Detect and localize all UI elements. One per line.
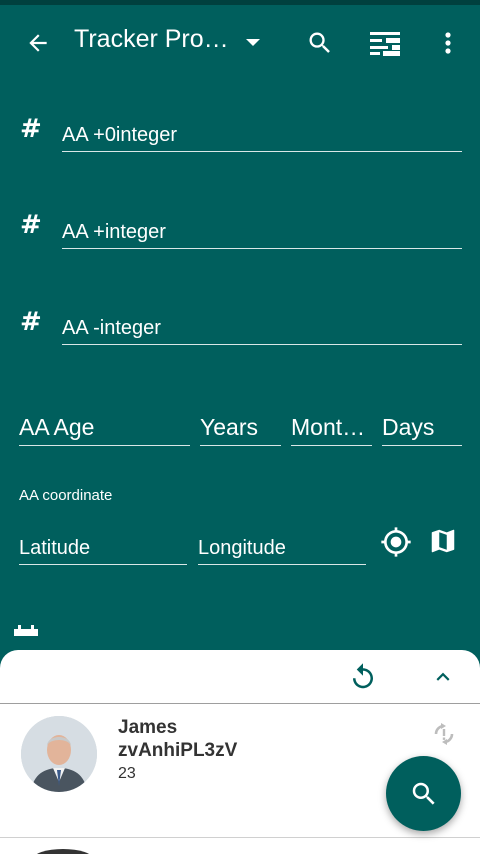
sync-warning-icon[interactable] (430, 721, 458, 747)
more-vert-icon[interactable] (436, 25, 460, 61)
filter-list-icon[interactable] (364, 25, 406, 61)
longitude-field[interactable]: Longitude (198, 537, 366, 565)
result-age: 23 (118, 765, 136, 782)
age-days-field[interactable]: Days (382, 414, 462, 446)
search-icon[interactable] (302, 25, 338, 61)
age-years-field[interactable]: Years (200, 414, 281, 446)
positive-integer-field[interactable]: AA +integer (62, 221, 462, 249)
refresh-icon[interactable] (348, 662, 378, 692)
calendar-icon (13, 623, 39, 636)
back-arrow-icon[interactable] (20, 25, 56, 61)
page-title[interactable]: Tracker Pro… (74, 25, 229, 54)
age-months-field[interactable]: Mont… (291, 414, 372, 446)
number-icon: # (20, 210, 42, 240)
search-icon (412, 782, 435, 805)
coordinate-label: AA coordinate (19, 487, 113, 504)
sheet-toolbar (0, 650, 480, 704)
my-location-icon[interactable] (380, 526, 412, 558)
result-name: James (118, 717, 178, 738)
number-icon: # (20, 307, 42, 337)
chevron-up-icon[interactable] (430, 664, 456, 690)
zero-integer-field[interactable]: AA +0integer (62, 124, 462, 152)
result-uid: zvAnhiPL3zV (118, 740, 238, 761)
avatar (21, 716, 97, 792)
negative-integer-field[interactable]: AA -integer (62, 317, 462, 345)
caret-down-icon[interactable] (240, 31, 266, 55)
latitude-field[interactable]: Latitude (19, 537, 187, 565)
app-bar: Tracker Pro… (0, 5, 480, 79)
map-icon[interactable] (428, 526, 458, 556)
age-field[interactable]: AA Age (19, 414, 190, 446)
search-fab-button[interactable] (386, 756, 461, 831)
number-icon: # (20, 114, 42, 144)
